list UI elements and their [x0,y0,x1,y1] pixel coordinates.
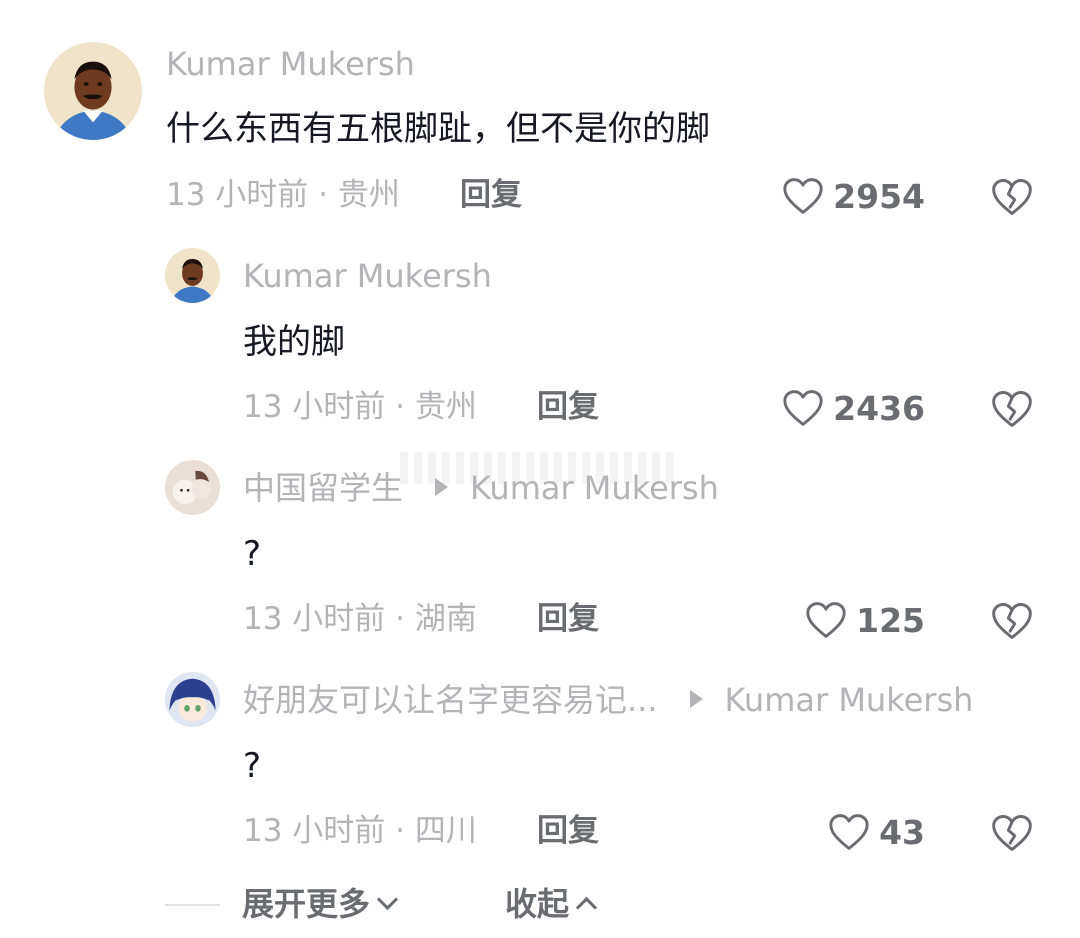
avatar[interactable] [165,248,220,303]
avatar-image [44,42,142,140]
like-count: 2954 [833,176,925,216]
avatar[interactable] [165,672,220,727]
expand-more-button[interactable]: 展开更多 [242,885,399,923]
like-count: 2436 [833,388,925,428]
avatar-image [165,672,220,727]
comment-meta: 13 小时前 · 贵州 [243,392,477,423]
comment-time: 13 小时前 [166,177,309,213]
comment-text: 什么东西有五根脚趾，但不是你的脚 [166,109,710,149]
like-count: 125 [856,600,925,640]
collapse-button[interactable]: 收起 [505,885,598,923]
comment-username[interactable]: Kumar Mukersh [166,48,415,80]
like-count: 43 [879,812,925,852]
comment-thread: Kumar Mukersh 什么东西有五根脚趾，但不是你的脚 13 小时前 · … [0,0,1080,938]
comment-text: ? [243,534,262,574]
dislike-button[interactable] [990,388,1034,430]
meta-separator: · [385,601,415,637]
dislike-button[interactable] [990,176,1034,218]
avatar[interactable] [165,460,220,515]
reply-author[interactable]: 中国留学生 [243,469,403,507]
comment-meta: 13 小时前 · 四川 [243,816,477,847]
broken-heart-icon [992,815,1032,851]
dislike-button[interactable] [990,600,1034,642]
comment-time: 13 小时前 [243,813,386,849]
comment-username[interactable]: Kumar Mukersh [243,260,492,292]
dislike-button[interactable] [990,812,1034,854]
comment-meta: 13 小时前 · 贵州 [166,180,400,211]
avatar[interactable] [44,42,142,140]
heart-outline-icon [829,814,869,850]
heart-outline-icon [783,178,823,214]
meta-separator: · [385,813,415,849]
comment-meta: 13 小时前 · 湖南 [243,604,477,635]
like-button[interactable]: 2954 [745,176,925,216]
reply-button[interactable]: 回复 [537,604,599,635]
heart-outline-icon [806,602,846,638]
reply-button[interactable]: 回复 [460,180,522,211]
comment-location: 四川 [414,813,477,849]
like-button[interactable]: 2436 [745,388,925,428]
expand-more-label: 展开更多 [242,885,371,923]
avatar-image [165,460,220,515]
broken-heart-icon [992,603,1032,639]
reply-button[interactable]: 回复 [537,816,599,847]
triangle-right-icon [689,690,703,708]
reply-author[interactable]: 好朋友可以让名字更容易记... [243,681,658,719]
comment-location: 贵州 [414,389,477,425]
comment-time: 13 小时前 [243,389,386,425]
like-button[interactable]: 43 [745,812,925,852]
heart-outline-icon [783,390,823,426]
broken-heart-icon [992,179,1032,215]
chevron-up-icon [575,896,598,919]
comment-text: ? [243,746,262,786]
reply-target[interactable]: Kumar Mukersh [435,472,719,504]
comment-text: 我的脚 [243,322,345,362]
avatar-image [165,248,220,303]
collapse-label: 收起 [505,885,570,923]
chevron-down-icon [376,888,399,911]
comment-username: 好朋友可以让名字更容易记... Kumar Mukersh [243,684,973,716]
comment-location: 湖南 [414,601,477,637]
comment-location: 贵州 [337,177,400,213]
reply-target[interactable]: Kumar Mukersh [689,681,974,719]
broken-heart-icon [992,391,1032,427]
comment-username: 中国留学生 Kumar Mukersh [243,472,719,504]
like-button[interactable]: 125 [745,600,925,640]
reply-target-name: Kumar Mukersh [724,681,974,719]
triangle-right-icon [435,478,449,496]
meta-separator: · [385,389,415,425]
divider [165,904,220,906]
comment-time: 13 小时前 [243,601,386,637]
reply-target-name: Kumar Mukersh [470,469,719,507]
meta-separator: · [308,177,338,213]
reply-button[interactable]: 回复 [537,392,599,423]
